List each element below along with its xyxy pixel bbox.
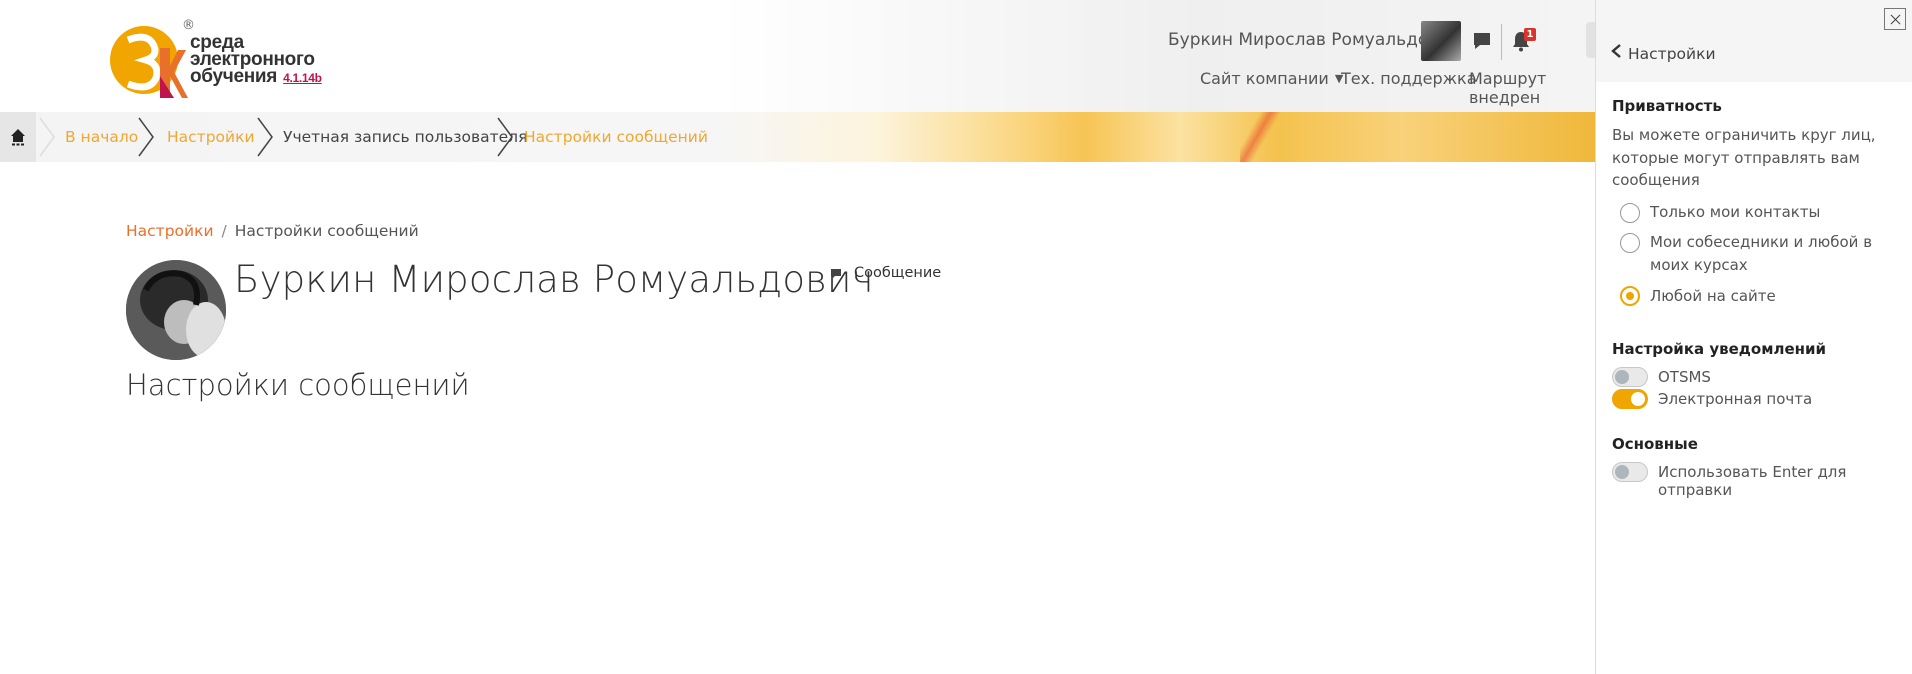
sub-breadcrumb-separator: /	[221, 222, 227, 240]
sub-breadcrumb-link[interactable]: Настройки	[126, 222, 214, 240]
breadcrumb: В начало Настройки Учетная запись пользо…	[0, 112, 1595, 162]
logo[interactable]: ® среда электронного обучения 4.1.14b	[108, 18, 338, 100]
message-icon[interactable]	[830, 268, 842, 280]
toggle-otsms-label[interactable]: OTSMS	[1658, 368, 1711, 386]
privacy-description: Вы можете ограничить круг лиц, которые м…	[1612, 126, 1876, 189]
toggle-otsms[interactable]	[1612, 367, 1648, 387]
chevron-left-icon[interactable]	[1610, 44, 1624, 58]
breadcrumb-separator	[138, 117, 154, 157]
logo-3k-icon	[110, 26, 188, 98]
user-avatar[interactable]	[1421, 21, 1461, 61]
close-icon[interactable]	[1884, 8, 1906, 30]
privacy-radio-anyone-label[interactable]: Любой на сайте	[1650, 285, 1776, 308]
breadcrumb-separator	[39, 117, 55, 157]
notifications-heading: Настройка уведомлений	[1612, 340, 1827, 358]
privacy-radio-contacts-label[interactable]: Только мои контакты	[1650, 201, 1820, 224]
profile-name: Буркин Мирослав Ромуальдович	[234, 258, 874, 301]
logo-version[interactable]: 4.1.14b	[283, 71, 322, 85]
drawer-back-link[interactable]: Настройки	[1628, 45, 1716, 63]
nav-route[interactable]: Маршрут внедрен	[1469, 69, 1595, 107]
breadcrumb-home[interactable]	[0, 112, 36, 162]
user-name[interactable]: Буркин Мирослав Ромуальдович	[1168, 30, 1459, 50]
toggle-email-label[interactable]: Электронная почта	[1658, 390, 1812, 408]
nav-company-site[interactable]: Сайт компании ▼	[1200, 69, 1343, 88]
sub-breadcrumb: Настройки / Настройки сообщений	[126, 222, 419, 240]
message-settings-drawer: Настройки Приватность Вы можете ограничи…	[1595, 0, 1912, 674]
nav-support[interactable]: Тех. поддержка	[1341, 69, 1477, 88]
logo-text: среда электронного обучения 4.1.14b	[190, 33, 322, 87]
general-heading: Основные	[1612, 435, 1698, 453]
privacy-radio-courses[interactable]	[1620, 233, 1640, 253]
message-button[interactable]: Сообщение	[854, 265, 941, 281]
breadcrumb-item-message-settings[interactable]: Настройки сообщений	[524, 128, 708, 146]
privacy-heading: Приватность	[1612, 97, 1722, 115]
logo-line3: обучения	[190, 66, 278, 87]
breadcrumb-item-home[interactable]: В начало	[65, 128, 138, 146]
sub-breadcrumb-current: Настройки сообщений	[234, 222, 419, 240]
privacy-radio-anyone[interactable]	[1620, 286, 1640, 306]
registered-mark: ®	[182, 18, 195, 33]
privacy-radio-contacts[interactable]	[1620, 203, 1640, 223]
header-divider	[1501, 24, 1502, 60]
profile-avatar[interactable]	[126, 260, 226, 360]
notification-badge: 1	[1524, 28, 1536, 41]
breadcrumb-separator	[257, 117, 273, 157]
breadcrumb-item-account[interactable]: Учетная запись пользователя	[283, 128, 527, 146]
page-title: Настройки сообщений	[126, 368, 470, 402]
logo-line3-wrap: обучения 4.1.14b	[190, 66, 322, 87]
toggle-enter-send-label[interactable]: Использовать Enter для отправки	[1658, 463, 1912, 499]
home-icon	[11, 129, 25, 146]
privacy-radio-courses-label[interactable]: Мои собеседники и любой в моих курсах	[1650, 231, 1902, 276]
header: ® среда электронного обучения 4.1.14b Бур…	[0, 0, 1598, 112]
toggle-email[interactable]	[1612, 389, 1648, 409]
breadcrumb-separator	[497, 117, 513, 157]
page: ® среда электронного обучения 4.1.14b Бур…	[0, 0, 1912, 674]
drawer-header: Настройки	[1596, 0, 1912, 82]
profile-photo	[126, 260, 226, 360]
nav-company-site-label: Сайт компании	[1200, 69, 1329, 88]
toggle-enter-send[interactable]	[1612, 462, 1648, 482]
chat-icon[interactable]	[1472, 31, 1492, 51]
breadcrumb-item-settings[interactable]: Настройки	[167, 128, 255, 146]
